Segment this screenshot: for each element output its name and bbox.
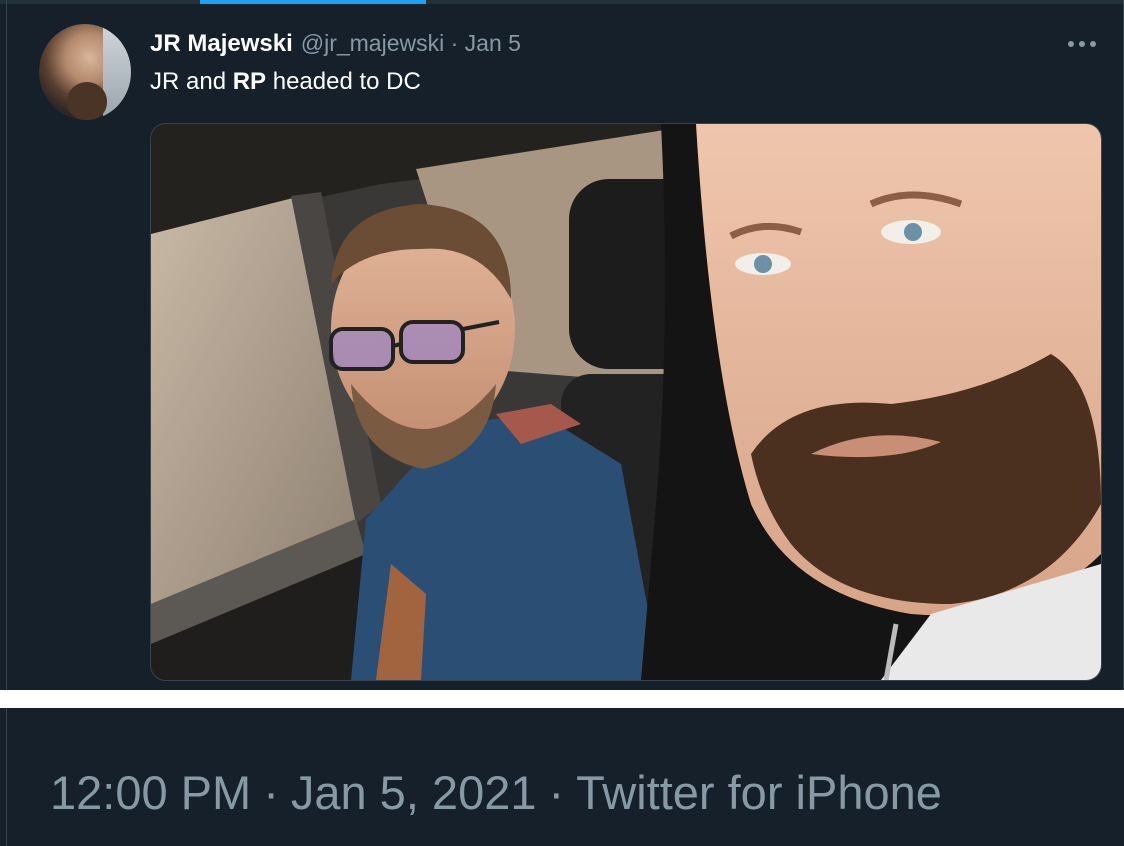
display-name[interactable]: JR Majewski: [150, 30, 293, 58]
tweet-header: JR Majewski @jr_majewski · Jan 5: [150, 30, 521, 62]
timestamp-separator: ·: [263, 765, 279, 819]
tweet-time[interactable]: 12:00 PM: [50, 765, 251, 820]
tweet-text: JR and RP headed to DC: [150, 68, 421, 95]
meta-separator: ·: [450, 30, 459, 56]
mention-rp: RP: [232, 68, 267, 95]
source-separator: ·: [548, 765, 565, 819]
active-tab-indicator: [200, 0, 426, 4]
footer-left-border: [6, 708, 7, 846]
tweet-card: JR Majewski @jr_majewski · Jan 5 JR and …: [0, 0, 1124, 690]
tweet-meta: @jr_majewski · Jan 5: [301, 30, 521, 57]
photo-illustration: [151, 124, 1101, 680]
tweet-full-date[interactable]: Jan 5, 2021: [291, 765, 537, 820]
more-options-button[interactable]: [1064, 28, 1100, 60]
top-divider: [0, 0, 1124, 4]
tweet-source-link[interactable]: Twitter for iPhone: [576, 765, 942, 820]
handle[interactable]: @jr_majewski: [301, 30, 444, 56]
tweet-photo[interactable]: [150, 123, 1102, 681]
avatar[interactable]: [39, 24, 131, 120]
more-horizontal-icon: [1068, 41, 1096, 47]
tweet-date[interactable]: Jan 5: [465, 30, 521, 56]
timestamp-line: 12:00 PM · Jan 5, 2021 · Twitter for iPh…: [50, 762, 942, 822]
left-border: [6, 0, 7, 690]
